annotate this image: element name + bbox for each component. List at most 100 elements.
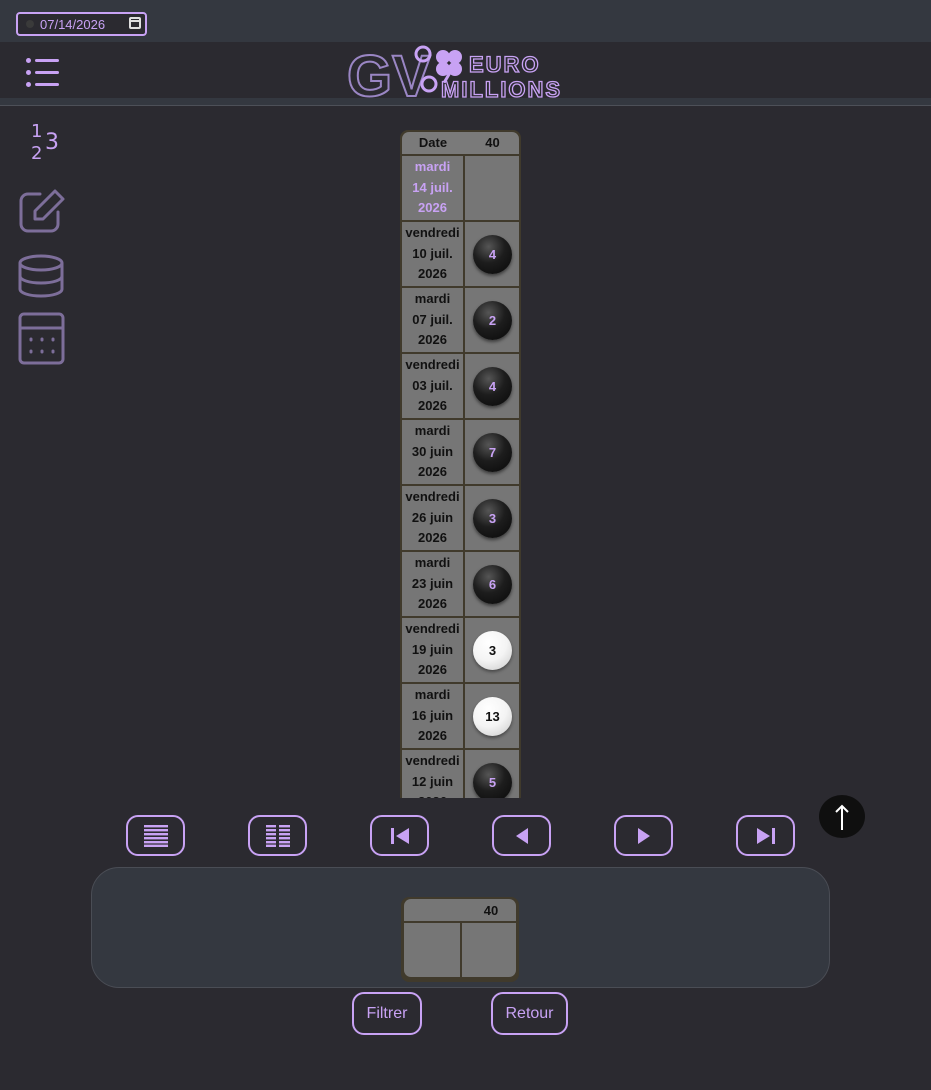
date-cell: vendredi 10 juil. 2026	[402, 222, 463, 286]
date-date: 03 juil.	[412, 377, 453, 393]
number-ball: 2	[473, 301, 512, 340]
date-cell: vendredi 03 juil. 2026	[402, 354, 463, 418]
filter-cell-date[interactable]	[404, 923, 460, 977]
date-date: 07 juil.	[412, 311, 453, 327]
clear-dot-icon	[26, 20, 34, 28]
table-row: mardi 14 juil. 2026	[402, 156, 519, 220]
date-date: 14 juil.	[412, 179, 453, 195]
table-row: mardi 07 juil. 2026 2	[402, 288, 519, 352]
logo-line1: EURO	[469, 52, 541, 77]
date-day: vendredi	[405, 621, 460, 636]
number-cell: 3	[465, 618, 519, 682]
date-day: vendredi	[405, 225, 460, 240]
date-day: vendredi	[405, 357, 460, 372]
last-page-button[interactable]	[736, 815, 795, 856]
date-cell: mardi 07 juil. 2026	[402, 288, 463, 352]
date-date: 10 juil.	[412, 245, 453, 261]
date-date: 26 juin	[411, 509, 454, 525]
number-cell: 6	[465, 552, 519, 616]
date-cell: mardi 16 juin 2026	[402, 684, 463, 748]
date-date: 30 juin	[411, 443, 454, 459]
menu-list-icon	[22, 58, 62, 63]
list-view-button[interactable]	[126, 815, 185, 856]
database-icon[interactable]	[18, 253, 66, 304]
date-cell: vendredi 12 juin 2026	[402, 750, 463, 798]
date-year: 2026	[418, 266, 447, 281]
table-row: vendredi 19 juin 2026 3	[402, 618, 519, 682]
number-ball: 5	[473, 763, 512, 798]
date-year: 2026	[418, 728, 447, 743]
logo-initials: GV	[347, 44, 431, 102]
table-row: vendredi 12 juin 2026 5	[402, 750, 519, 798]
number-cell: 5	[465, 750, 519, 798]
grid-view-button[interactable]	[248, 815, 307, 856]
table-row: mardi 23 juin 2026 6	[402, 552, 519, 616]
date-year: 2026	[402, 792, 463, 798]
date-day: mardi	[414, 159, 451, 174]
number-cell: 7	[465, 420, 519, 484]
filter-cell-number[interactable]	[462, 923, 516, 977]
number-ball: 6	[473, 565, 512, 604]
date-date: 19 juin	[411, 641, 454, 657]
table-row: vendredi 03 juil. 2026 4	[402, 354, 519, 418]
number-ball: 7	[473, 433, 512, 472]
date-day: mardi	[414, 687, 451, 702]
top-bar: 07/14/2026	[0, 0, 931, 42]
date-day: vendredi	[405, 753, 460, 768]
list-lines-icon	[143, 824, 168, 847]
date-year: 2026	[418, 200, 447, 215]
date-year: 2026	[418, 332, 447, 347]
date-date: 16 juin	[411, 707, 454, 723]
triangle-right-icon	[637, 827, 650, 844]
date-year: 2026	[418, 662, 447, 677]
number-cell	[465, 156, 519, 220]
filter-button[interactable]: Filtrer	[352, 992, 422, 1035]
header-number: 40	[485, 135, 500, 150]
logo-line2: MILLIONS	[441, 77, 562, 102]
date-day: mardi	[414, 291, 451, 306]
table-header: Date 40	[402, 132, 519, 154]
filter-header-number: 40	[483, 903, 499, 918]
svg-text:2: 2	[31, 143, 42, 162]
number-cell: 4	[465, 354, 519, 418]
date-date: 23 juin	[411, 575, 454, 591]
date-date: 12 juin	[411, 773, 454, 789]
date-cell: mardi 14 juil. 2026	[402, 156, 463, 220]
previous-page-button[interactable]	[492, 815, 551, 856]
number-cell: 13	[465, 684, 519, 748]
date-day: mardi	[414, 423, 451, 438]
calculator-icon[interactable]	[18, 312, 66, 371]
skip-first-icon	[390, 827, 409, 844]
euromillions-logo: GV EURO MILLIONS	[345, 42, 585, 110]
calendar-icon[interactable]	[129, 17, 141, 29]
edit-icon[interactable]	[18, 188, 66, 241]
date-cell: vendredi 26 juin 2026	[402, 486, 463, 550]
scroll-to-top-button[interactable]	[819, 795, 865, 838]
number-cell: 3	[465, 486, 519, 550]
header-date: Date	[418, 135, 448, 150]
number-cell: 4	[465, 222, 519, 286]
numbers-icon[interactable]: 1 2 3	[28, 120, 62, 167]
table-row: vendredi 10 juil. 2026 4	[402, 222, 519, 286]
menu-button[interactable]	[22, 55, 62, 91]
date-cell: mardi 23 juin 2026	[402, 552, 463, 616]
next-page-button[interactable]	[614, 815, 673, 856]
skip-last-icon	[756, 827, 775, 844]
date-cell: vendredi 19 juin 2026	[402, 618, 463, 682]
results-table: Date 40 mardi 14 juil. 2026 vendredi 10 juil…	[400, 130, 521, 798]
number-ball: 4	[473, 235, 512, 274]
date-year: 2026	[418, 464, 447, 479]
triangle-left-icon	[515, 827, 528, 844]
date-picker-input[interactable]: 07/14/2026	[16, 12, 147, 36]
first-page-button[interactable]	[370, 815, 429, 856]
date-day: vendredi	[405, 489, 460, 504]
back-button[interactable]: Retour	[491, 992, 568, 1035]
filter-table-header: 40	[404, 899, 516, 921]
number-cell: 2	[465, 288, 519, 352]
table-row: mardi 30 juin 2026 7	[402, 420, 519, 484]
date-cell: mardi 30 juin 2026	[402, 420, 463, 484]
number-ball: 13	[473, 697, 512, 736]
arrow-up-icon	[835, 804, 849, 830]
number-ball: 4	[473, 367, 512, 406]
svg-text:1: 1	[31, 121, 42, 142]
